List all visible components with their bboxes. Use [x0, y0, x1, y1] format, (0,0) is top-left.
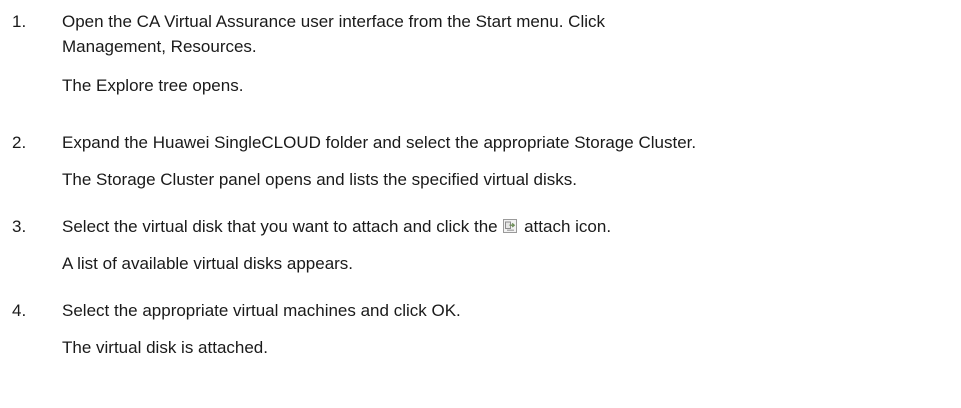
- step-result: The virtual disk is attached.: [62, 338, 268, 357]
- step-number: 3.: [12, 217, 27, 236]
- step-instruction-text: attach icon.: [524, 217, 612, 236]
- step-result: A list of available virtual disks appear…: [62, 254, 354, 273]
- step-instruction-text: Select the virtual disk that you want to…: [62, 217, 498, 236]
- step-instruction: Open the CA Virtual Assurance user inter…: [62, 9, 942, 59]
- step-number: 2.: [12, 133, 27, 152]
- attach-icon: [503, 219, 518, 233]
- step-result: The Storage Cluster panel opens and list…: [62, 170, 577, 189]
- step-instruction-line: Management, Resources.: [62, 37, 257, 56]
- step-result: The Explore tree opens.: [62, 76, 244, 95]
- step-number: 4.: [12, 301, 27, 320]
- step-instruction: Select the appropriate virtual machines …: [62, 301, 461, 320]
- step-instruction-line: Open the CA Virtual Assurance user inter…: [62, 12, 605, 31]
- step-instruction: Expand the Huawei SingleCLOUD folder and…: [62, 133, 697, 152]
- step-number: 1.: [12, 12, 27, 31]
- step-instruction: Select the virtual disk that you want to…: [62, 214, 942, 239]
